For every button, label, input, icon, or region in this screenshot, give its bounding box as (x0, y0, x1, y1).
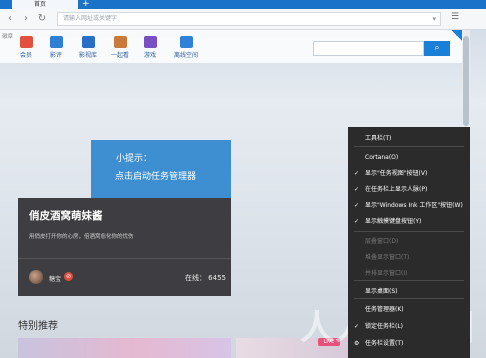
nav-label: 影评 (49, 52, 62, 59)
taskbar-context-menu: 工具栏(T) Cortana(O) ✓ 显示"任务视图"按钮(V) ✓ 在任务栏上显示人脉… (348, 127, 470, 358)
menu-separator (354, 231, 464, 232)
address-bar[interactable]: 请输入网址或关键字 ▾ (57, 12, 441, 26)
context-menu-item[interactable]: ✓ 在任务栏上显示人脉(P) (348, 184, 470, 196)
nav-label: 游戏 (143, 52, 156, 59)
host-name: 糖宝 (49, 276, 62, 283)
tab-title: 首页 (34, 1, 47, 8)
address-dropdown-icon[interactable]: ▾ (432, 13, 436, 25)
nav-item[interactable]: 离线空间 (168, 36, 204, 59)
context-menu-label: 工具栏(T) (365, 135, 392, 142)
context-menu-label: 堆叠显示窗口(T) (365, 254, 410, 261)
context-menu-label: 锁定任务栏(L) (365, 323, 404, 330)
section-title: 特别推荐 (18, 321, 58, 332)
host-badge-icon: ⊘ (64, 272, 73, 281)
context-menu-item[interactable]: ✓ 显示触摸键盘按钮(Y) (348, 216, 470, 228)
nav-label: 影视库 (78, 52, 97, 59)
card-title: 俏皮酒窝萌妹酱 (29, 210, 103, 222)
context-menu-label: Cortana(O) (365, 154, 399, 161)
context-menu-label: 任务管理器(K) (365, 306, 404, 313)
stream-card[interactable]: 俏皮酒窝萌妹酱 用俏皮打开你的心房，倍酒窝愈化你的忧伤 糖宝 ⊘ 在线： 645… (18, 198, 231, 296)
site-search-input[interactable] (313, 41, 424, 56)
context-menu-label: 显示触摸键盘按钮(Y) (365, 218, 422, 225)
context-menu-item[interactable]: ✓ 显示"任务视图"按钮(V) (348, 168, 470, 180)
nav-item[interactable]: 影视库 (70, 36, 106, 59)
context-menu-label: 显示"任务视图"按钮(V) (365, 170, 428, 177)
nav-label: 会员 (19, 52, 32, 59)
tab-bar: 首页 × + (0, 0, 486, 9)
menu-separator (354, 298, 464, 299)
check-icon: ✓ (354, 218, 360, 225)
tip-title: 小提示： (116, 154, 153, 164)
nav-item[interactable]: 影评 (38, 36, 74, 59)
new-tab-button[interactable]: + (82, 0, 90, 9)
check-icon: ✓ (354, 202, 360, 209)
context-menu-item[interactable]: 工具栏(T) (348, 133, 470, 145)
menu-separator (354, 146, 464, 147)
context-menu-item: 并排显示窗口(I) (348, 268, 470, 280)
nav-icon (113, 36, 127, 48)
back-icon[interactable]: ‹ (4, 12, 16, 26)
context-menu-item[interactable]: 任务管理器(K) (348, 304, 470, 316)
context-menu-label: 并排显示窗口(I) (365, 270, 408, 277)
context-menu-item[interactable]: Cortana(O) (348, 152, 470, 164)
menu-icon[interactable]: ☰ (451, 12, 459, 22)
context-menu-item[interactable]: ✓ 锁定任务栏(L) (348, 321, 470, 333)
online-count: 在线： 6455 (184, 274, 226, 282)
address-placeholder: 请输入网址或关键字 (63, 15, 118, 22)
scroll-thumb[interactable] (463, 36, 469, 126)
context-menu-label: 层叠窗口(D) (365, 238, 399, 245)
nav-label: 一起看 (110, 52, 129, 59)
context-menu-label: 显示"Windows Ink 工作区"按钮(W) (365, 202, 463, 209)
nav-icon (143, 36, 157, 48)
refresh-icon[interactable]: ↻ (36, 12, 48, 26)
site-nav: 徽章 会员 影评 影视库 一起看 游戏 离线空间 ⌕ (0, 30, 462, 64)
check-icon: ✓ (354, 170, 360, 177)
card-divider (18, 258, 231, 259)
check-icon: ✓ (354, 323, 360, 330)
nav-item[interactable]: 游戏 (132, 36, 168, 59)
nav-icon (49, 36, 63, 48)
context-menu-label: 显示桌面(S) (365, 288, 398, 295)
context-menu-item[interactable]: ⚙ 任务栏设置(T) (348, 338, 470, 350)
context-menu-label: 在任务栏上显示人脉(P) (365, 186, 428, 193)
gear-icon: ⚙ (354, 340, 360, 347)
search-button[interactable]: ⌕ (424, 41, 450, 56)
nav-icon (81, 36, 95, 48)
avatar[interactable] (29, 270, 43, 284)
menu-separator (354, 280, 464, 281)
context-menu-item[interactable]: ✓ 显示"Windows Ink 工作区"按钮(W) (348, 200, 470, 212)
search-icon: ⌕ (434, 43, 440, 53)
forward-icon[interactable]: › (20, 12, 32, 26)
tip-body: 点击启动任务管理器 (115, 172, 197, 182)
nav-icon (19, 36, 33, 48)
card-subtitle: 用俏皮打开你的心房，倍酒窝愈化你的忧伤 (29, 234, 134, 240)
context-menu-item: 堆叠显示窗口(T) (348, 252, 470, 264)
nav-icon (179, 36, 193, 48)
context-menu-label: 任务栏设置(T) (365, 340, 404, 347)
browser-toolbar: ‹ › ↻ 请输入网址或关键字 ▾ ☰ (0, 9, 486, 30)
tip-box: 小提示： 点击启动任务管理器 (91, 140, 231, 198)
context-menu-item: 层叠窗口(D) (348, 236, 470, 248)
context-menu-item[interactable]: 显示桌面(S) (348, 286, 470, 298)
recommend-thumb[interactable] (18, 338, 231, 358)
nav-label: 离线空间 (173, 52, 198, 59)
check-icon: ✓ (354, 186, 360, 193)
tab-home[interactable]: 首页 × (12, 0, 86, 9)
